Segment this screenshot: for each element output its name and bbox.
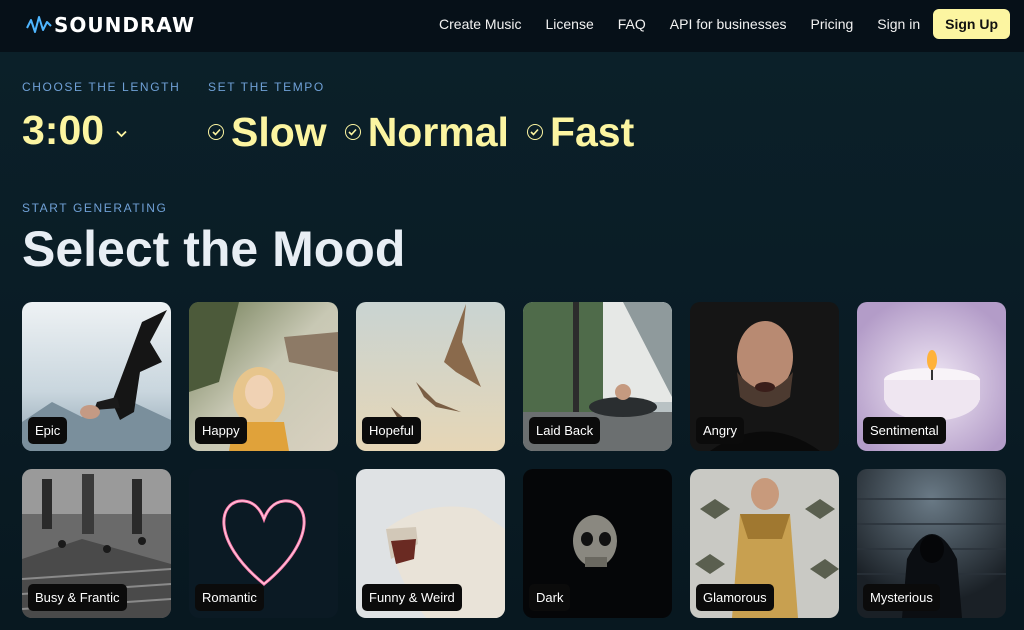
mood-label: Romantic: [195, 584, 264, 611]
mood-card-angry[interactable]: Angry: [690, 302, 839, 451]
main-nav: Create Music License FAQ API for busines…: [415, 9, 1010, 39]
mood-card-mysterious[interactable]: Mysterious: [857, 469, 1006, 618]
mood-label: Laid Back: [529, 417, 601, 444]
nav-license[interactable]: License: [545, 16, 593, 32]
main-content: CHOOSE THE LENGTH SET THE TEMPO 3:00 Slo…: [0, 52, 1024, 630]
tempo-option-fast[interactable]: Fast: [526, 108, 635, 156]
mood-card-laid-back[interactable]: Laid Back: [523, 302, 672, 451]
mood-label: Epic: [28, 417, 68, 444]
mood-label: Glamorous: [696, 584, 774, 611]
mood-label: Hopeful: [362, 417, 421, 444]
mood-label: Sentimental: [863, 417, 946, 444]
mood-label: Dark: [529, 584, 571, 611]
tempo-fast-label: Fast: [549, 108, 635, 155]
sign-up-button[interactable]: Sign Up: [933, 9, 1010, 39]
tempo-option-slow[interactable]: Slow: [208, 109, 327, 156]
length-label: CHOOSE THE LENGTH: [22, 80, 181, 94]
mood-card-hopeful[interactable]: Hopeful: [356, 302, 505, 451]
mood-card-dark[interactable]: Dark: [523, 469, 672, 618]
nav-pricing[interactable]: Pricing: [811, 16, 854, 32]
nav-api-for-businesses[interactable]: API for businesses: [670, 16, 787, 32]
page-title: Select the Mood: [22, 221, 406, 277]
top-nav-bar: SOUNDRAW Create Music License FAQ API fo…: [0, 0, 1024, 52]
waveform-logo-icon: [26, 16, 52, 33]
tempo-label: SET THE TEMPO: [208, 80, 325, 94]
tempo-option-normal[interactable]: Normal: [344, 108, 509, 156]
mood-card-sentimental[interactable]: Sentimental: [857, 302, 1006, 451]
mood-label: Busy & Frantic: [28, 584, 127, 611]
check-circle-icon: [344, 124, 361, 140]
start-generating-label: START GENERATING: [22, 201, 168, 215]
mood-label: Mysterious: [863, 584, 940, 611]
nav-faq[interactable]: FAQ: [618, 16, 646, 32]
mood-card-romantic[interactable]: Romantic: [189, 469, 338, 618]
mood-card-glamorous[interactable]: Glamorous: [690, 469, 839, 618]
nav-create-music[interactable]: Create Music: [439, 16, 521, 32]
tempo-normal-label: Normal: [367, 108, 509, 155]
brand-name: SOUNDRAW: [54, 13, 196, 37]
length-value: 3:00: [22, 107, 105, 153]
mood-label: Angry: [696, 417, 744, 444]
tempo-slow-label: Slow: [231, 108, 327, 155]
mood-card-happy[interactable]: Happy: [189, 302, 338, 451]
nav-sign-in[interactable]: Sign in: [877, 16, 920, 32]
tempo-options: Slow Normal Fast: [208, 107, 652, 157]
length-selector[interactable]: 3:00: [22, 107, 127, 154]
check-circle-icon: [208, 124, 224, 140]
mood-card-busy-frantic[interactable]: Busy & Frantic: [22, 469, 171, 618]
mood-label: Funny & Weird: [362, 584, 462, 611]
mood-card-epic[interactable]: Epic: [22, 302, 171, 451]
mood-label: Happy: [195, 417, 247, 444]
chevron-down-icon: [116, 125, 127, 141]
mood-card-funny-weird[interactable]: Funny & Weird: [356, 469, 505, 618]
check-circle-icon: [526, 124, 543, 140]
soundraw-logo[interactable]: SOUNDRAW: [26, 11, 195, 39]
